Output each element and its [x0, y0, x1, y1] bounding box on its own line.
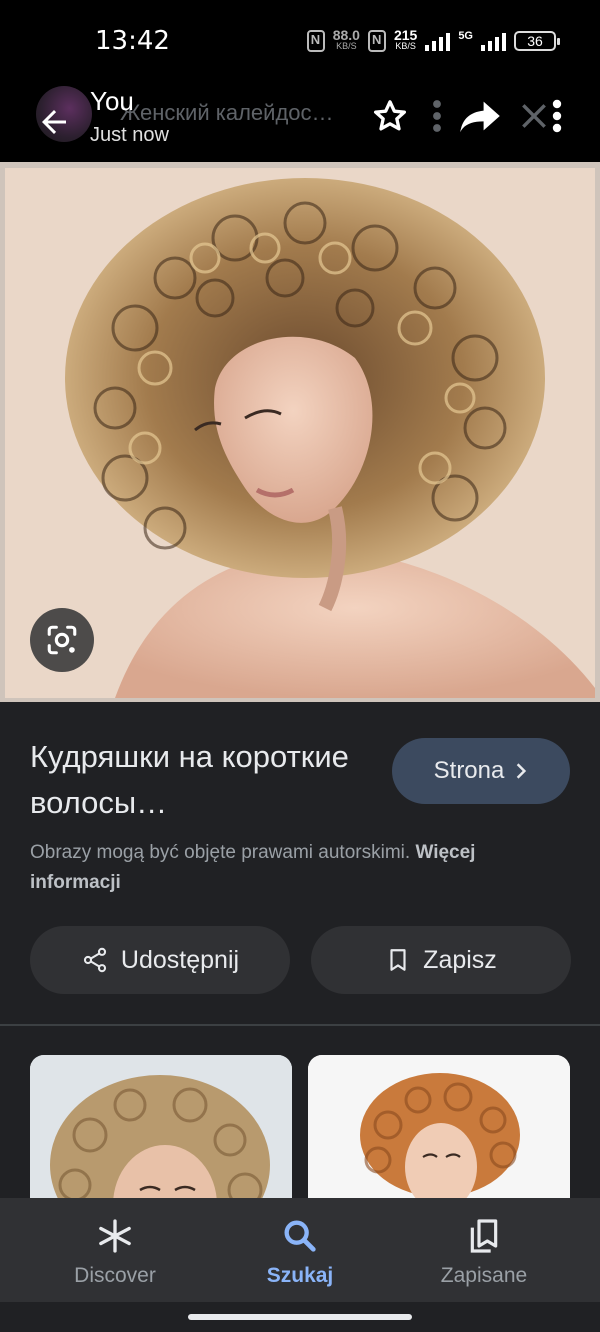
result-image[interactable] — [0, 162, 600, 702]
top-app-bar: Женский калейдос… You Just now — [0, 80, 600, 162]
nav-saved-label: Zapisane — [440, 1264, 528, 1287]
gesture-area — [0, 1302, 600, 1332]
share-button[interactable]: Udostępnij — [30, 926, 290, 994]
share-icon — [83, 947, 107, 973]
author-name: You — [90, 86, 134, 116]
nav-search-label: Szukaj — [266, 1264, 334, 1287]
home-gesture-bar[interactable] — [188, 1314, 412, 1320]
save-button[interactable]: Zapisz — [311, 926, 571, 994]
signal-icon-2 — [481, 31, 506, 51]
network-speed-1: 88.0 KB/S — [332, 27, 360, 51]
back-button[interactable] — [30, 98, 78, 146]
copyright-notice: Obrazy mogą być objęte prawami autorskim… — [30, 838, 570, 898]
more-vert-icon[interactable] — [549, 98, 565, 134]
star-icon[interactable] — [370, 96, 410, 136]
close-icon[interactable] — [518, 100, 550, 132]
nav-discover[interactable]: Discover — [25, 1216, 205, 1292]
signal-icon — [425, 31, 451, 51]
chevron-right-icon — [517, 763, 527, 779]
timestamp: Just now — [90, 124, 169, 146]
related-photo-2 — [308, 1055, 570, 1215]
network-type: 5G — [458, 30, 473, 42]
status-time: 13:42 — [95, 26, 170, 56]
bookmark-icon — [390, 949, 406, 971]
copyright-text: Obrazy mogą być objęte prawami autorskim… — [30, 842, 411, 863]
search-icon — [284, 1220, 316, 1252]
share-forward-icon[interactable] — [458, 98, 502, 134]
related-image-2[interactable] — [308, 1055, 570, 1215]
save-label: Zapisz — [423, 945, 497, 974]
status-bar: 13:42 88.0 KB/S 215 KB/S 5G 36 — [0, 0, 600, 80]
related-photo-1 — [30, 1055, 292, 1215]
nav-search[interactable]: Szukaj — [210, 1216, 390, 1292]
bottom-navigation: Discover Szukaj Zapisane — [0, 1198, 600, 1302]
visit-page-label: Strona — [433, 757, 505, 784]
result-title: Кудряшки на короткие волосы… — [30, 739, 349, 820]
asterisk-icon — [99, 1219, 131, 1253]
google-lens-icon — [47, 625, 77, 655]
collections-bookmark-icon — [470, 1219, 498, 1253]
nfc-icon — [306, 30, 325, 52]
related-image-1[interactable] — [30, 1055, 292, 1215]
nfc-icon-2 — [367, 30, 386, 52]
share-label: Udostępnij — [120, 945, 240, 974]
network-speed-2: 215 KB/S — [393, 27, 418, 51]
nav-discover-label: Discover — [74, 1264, 156, 1287]
battery-icon: 36 — [514, 31, 560, 51]
status-indicators: 88.0 KB/S 215 KB/S 5G 36 — [306, 24, 560, 58]
visit-page-button[interactable]: Strona — [392, 738, 570, 804]
background-page-title: Женский калейдос… — [120, 100, 334, 125]
lens-search-button[interactable] — [30, 608, 94, 672]
portrait-photo — [5, 168, 595, 698]
divider — [0, 1024, 600, 1026]
more-vert-icon-dim — [433, 100, 441, 132]
nav-saved[interactable]: Zapisane — [394, 1216, 574, 1292]
arrow-back-icon — [42, 110, 66, 134]
